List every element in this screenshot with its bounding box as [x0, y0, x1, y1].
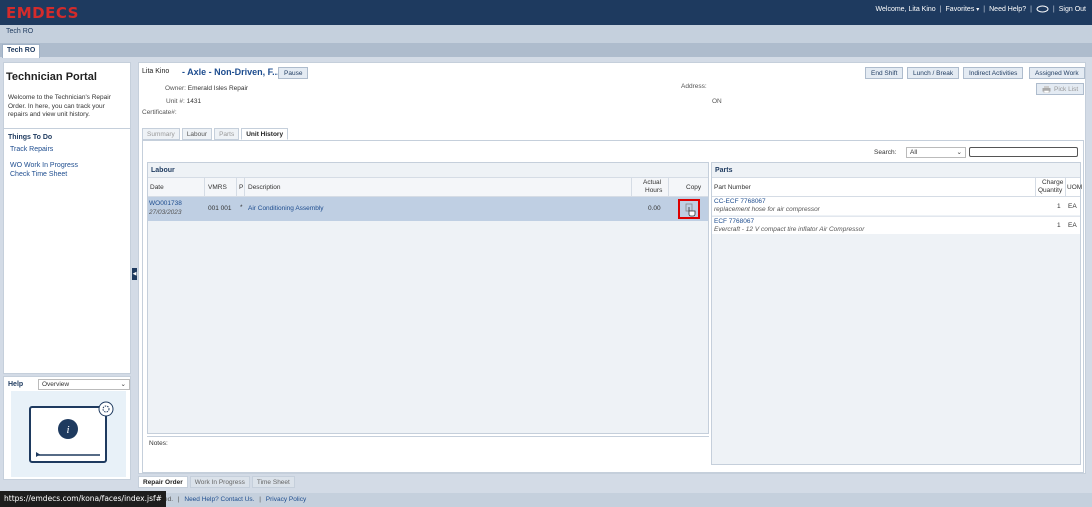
app-logo[interactable]: EMDECS	[6, 4, 79, 22]
need-help-link[interactable]: Need Help?	[989, 6, 1026, 13]
part-number-link[interactable]: CC-ECF 7768067	[714, 198, 766, 205]
table-row[interactable]: CC-ECF 7768067 replacement hose for air …	[712, 197, 1080, 215]
col-vmrs: VMRS	[208, 184, 227, 191]
tab-work-in-progress[interactable]: Work In Progress	[189, 476, 250, 488]
printer-icon	[1042, 85, 1051, 93]
help-panel: Help Overview ⌄ i	[3, 376, 131, 480]
assigned-work-button[interactable]: Assigned Work	[1029, 67, 1085, 79]
notes-field[interactable]: Notes:	[147, 436, 709, 471]
col-description: Description	[248, 184, 281, 191]
col-p: P	[239, 184, 244, 191]
parts-title: Parts	[715, 167, 733, 174]
copy-button[interactable]	[678, 199, 700, 219]
col-part-number: Part Number	[714, 184, 751, 191]
portal-description: Welcome to the Technician's Repair Order…	[8, 94, 111, 118]
part-quantity: 1	[1057, 203, 1061, 210]
sign-out-link[interactable]: Sign Out	[1059, 6, 1086, 13]
indirect-activities-button[interactable]: Indirect Activities	[963, 67, 1024, 79]
svg-text:i: i	[66, 424, 69, 436]
technician-name: Lita Kino	[142, 68, 170, 75]
todo-wo-work-in-progress[interactable]: WO Work In Progress	[10, 162, 78, 169]
unit-row: Unit #: 1431	[166, 98, 202, 105]
favorites-menu[interactable]: Favorites ▾	[946, 6, 980, 13]
col-copy: Copy	[686, 184, 702, 191]
tab-labour[interactable]: Labour	[181, 128, 213, 140]
lunch-break-button[interactable]: Lunch / Break	[907, 67, 960, 79]
portal-title: Technician Portal	[6, 71, 97, 83]
todo-track-repairs[interactable]: Track Repairs	[10, 146, 53, 153]
left-panel: Technician Portal Welcome to the Technic…	[3, 62, 131, 374]
col-hours: Hours	[645, 187, 663, 194]
part-uom: EA	[1068, 222, 1077, 229]
unit-history-content: Search: All ⌄ Labour Date VMRS P Descrip…	[142, 140, 1084, 473]
col-actual: Actual	[643, 179, 662, 186]
table-row[interactable]: WO001738 27/03/2023 001 001 * Air Condit…	[148, 197, 708, 221]
caret-down-icon: ▾	[976, 6, 980, 13]
labour-title: Labour	[151, 167, 175, 174]
priority-marker: *	[240, 204, 243, 211]
tab-bar: Tech RO	[0, 43, 1092, 58]
pick-list-button[interactable]: Pick List	[1036, 83, 1085, 95]
tab-parts[interactable]: Parts	[214, 128, 240, 140]
repair-title: - Axle - Non-Driven, F...	[182, 67, 280, 77]
chevron-down-icon: ⌄	[956, 149, 962, 156]
address-value: ON	[712, 98, 722, 105]
part-description: replacement hose for air compressor	[714, 206, 820, 213]
col-charge: Charge	[1042, 179, 1064, 186]
chat-icon[interactable]	[1036, 5, 1049, 13]
top-bar: EMDECS Welcome, Lita Kino | Favorites ▾ …	[0, 0, 1092, 25]
part-number-link[interactable]: ECF 7768067	[714, 218, 754, 225]
part-uom: EA	[1068, 203, 1077, 210]
bottom-tab-bar: Repair Order Work In Progress Time Sheet	[138, 476, 295, 488]
collapse-panel-toggle[interactable]: ◀	[132, 268, 137, 280]
privacy-policy-link[interactable]: Privacy Policy	[266, 496, 306, 503]
actual-hours: 0.00	[648, 205, 661, 212]
top-nav: Welcome, Lita Kino | Favorites ▾ | Need …	[875, 5, 1086, 13]
work-order-date: 27/03/2023	[149, 209, 182, 216]
contact-us-link[interactable]: Need Help? Contact Us.	[184, 496, 254, 503]
status-bar-url: https://emdecs.com/kona/faces/index.jsf#	[0, 491, 166, 507]
part-description: Evercraft - 12 V compact tire inflator A…	[714, 226, 865, 233]
hand-pointer-icon	[685, 203, 696, 217]
parts-section: Parts Part Number Charge Quantity UOM CC…	[711, 162, 1083, 465]
tab-repair-order[interactable]: Repair Order	[138, 476, 188, 488]
help-video[interactable]: i	[11, 391, 126, 477]
welcome-text: Welcome, Lita Kino	[875, 5, 936, 13]
vmrs-code: 001 001	[208, 205, 232, 212]
main-panel: Lita Kino - Axle - Non-Driven, F... Paus…	[138, 62, 1086, 474]
todo-check-time-sheet[interactable]: Check Time Sheet	[10, 171, 67, 178]
help-label: Help	[8, 381, 24, 388]
subtab-bar: Summary Labour Parts Unit History	[142, 128, 289, 140]
table-row[interactable]: ECF 7768067 Evercraft - 12 V compact tir…	[712, 216, 1080, 234]
certificate-row: Certificate#:	[142, 109, 177, 116]
col-date: Date	[150, 184, 164, 191]
tab-tech-ro[interactable]: Tech RO	[2, 44, 41, 58]
owner-row: Owner: Emerald Isles Repair	[165, 85, 249, 92]
help-topic-select[interactable]: Overview ⌄	[38, 379, 130, 390]
part-quantity: 1	[1057, 222, 1061, 229]
chevron-down-icon: ⌄	[120, 381, 126, 388]
things-to-do-title: Things To Do	[8, 134, 53, 141]
things-to-do: Things To Do Track Repairs WO Work In Pr…	[4, 128, 130, 374]
col-uom: UOM	[1067, 184, 1083, 191]
tab-unit-history[interactable]: Unit History	[241, 128, 289, 140]
end-shift-button[interactable]: End Shift	[865, 67, 904, 79]
pause-button[interactable]: Pause	[278, 67, 309, 79]
tab-time-sheet[interactable]: Time Sheet	[251, 476, 295, 488]
parts-table-header: Part Number Charge Quantity UOM	[712, 177, 1083, 198]
notes-label: Notes:	[149, 440, 168, 447]
address-label: Address:	[681, 83, 707, 90]
tab-summary[interactable]: Summary	[142, 128, 180, 140]
search-label: Search:	[874, 149, 897, 156]
search-filter-select[interactable]: All ⌄	[906, 147, 966, 158]
video-player-icon: i	[29, 401, 114, 463]
search-input[interactable]	[969, 147, 1078, 157]
labour-section: Labour Date VMRS P Description Actual Ho…	[147, 162, 709, 434]
labour-table-header: Date VMRS P Description Actual Hours Cop…	[148, 177, 708, 198]
labour-description: Air Conditioning Assembly	[248, 205, 324, 212]
work-order-link[interactable]: WO001738	[149, 200, 182, 207]
page-subtitle: Tech RO	[0, 25, 1092, 43]
col-quantity: Quantity	[1038, 187, 1063, 194]
